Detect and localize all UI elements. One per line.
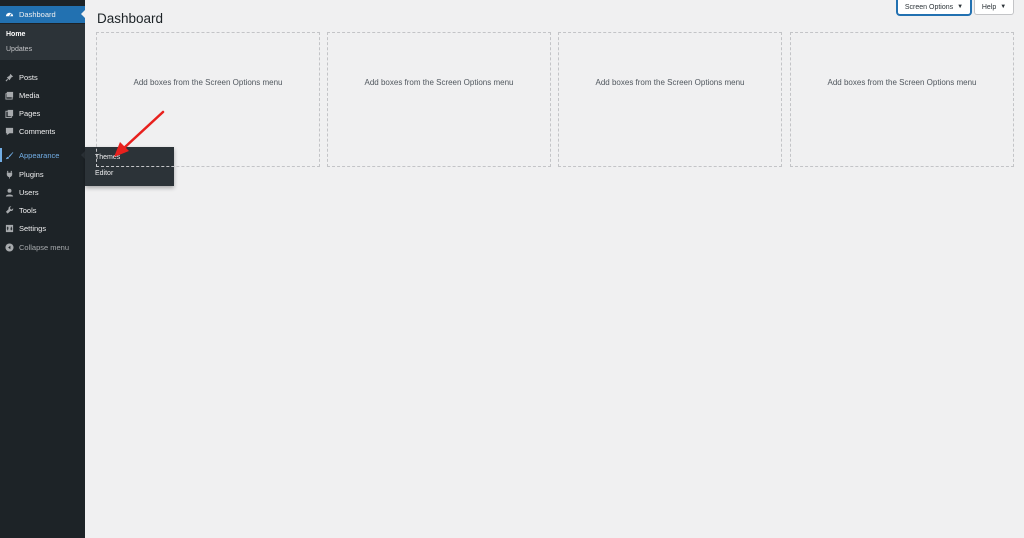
settings-icon (5, 224, 14, 233)
caret-down-icon: ▼ (1000, 4, 1007, 10)
menu-users[interactable]: Users (0, 183, 85, 201)
media-icon (5, 91, 14, 100)
dropzone-hint: Add boxes from the Screen Options menu (827, 78, 977, 87)
dashboard-submenu: Home Updates (0, 24, 85, 60)
dashboard-icon (5, 10, 14, 19)
dropzone-hint: Add boxes from the Screen Options menu (364, 78, 514, 87)
comment-icon (5, 127, 14, 136)
menu-dashboard-label: Dashboard (19, 10, 56, 19)
admin-sidebar: Dashboard Home Updates Posts Media Pages… (0, 0, 85, 538)
screen-options-label: Screen Options (904, 3, 954, 11)
menu-media[interactable]: Media (0, 86, 85, 104)
menu-media-label: Media (19, 90, 40, 100)
collapse-menu-label: Collapse menu (19, 242, 70, 252)
menu-appearance[interactable]: Appearance (0, 146, 85, 164)
menu-comments-label: Comments (19, 126, 56, 136)
dashboard-dropzone: Add boxes from the Screen Options menu (327, 32, 551, 167)
menu-plugins[interactable]: Plugins (0, 165, 85, 183)
screen-options-button[interactable]: Screen Options ▼ (897, 0, 971, 15)
wrench-icon (5, 205, 14, 215)
help-label: Help (981, 3, 997, 11)
help-button[interactable]: Help ▼ (974, 0, 1014, 15)
dashboard-dropzone: Add boxes from the Screen Options menu (790, 32, 1014, 167)
pages-icon (5, 109, 14, 118)
menu-pages-label: Pages (19, 108, 41, 118)
flyout-editor[interactable]: Editor (95, 170, 113, 177)
menu-pages[interactable]: Pages (0, 104, 85, 122)
menu-settings-label: Settings (19, 223, 47, 233)
plugin-icon (5, 170, 14, 179)
menu-tools[interactable]: Tools (0, 201, 85, 219)
menu-appearance-label: Appearance (19, 150, 60, 160)
pushpin-icon (5, 73, 14, 82)
dropzone-hint: Add boxes from the Screen Options menu (595, 78, 745, 87)
caret-down-icon: ▼ (957, 4, 964, 10)
menu-tools-label: Tools (19, 205, 37, 215)
menu-users-label: Users (19, 187, 39, 197)
menu-posts[interactable]: Posts (0, 68, 85, 86)
paintbrush-icon (5, 151, 14, 160)
dashboard-dropzone: Add boxes from the Screen Options menu (558, 32, 782, 167)
menu-comments[interactable]: Comments (0, 122, 85, 140)
menu-settings[interactable]: Settings (0, 219, 85, 237)
submenu-updates[interactable]: Updates (6, 46, 32, 53)
collapse-icon (5, 242, 14, 252)
submenu-home[interactable]: Home (6, 31, 25, 38)
menu-dashboard[interactable]: Dashboard (0, 6, 85, 23)
dashboard-dropzone: Add boxes from the Screen Options menu (96, 32, 320, 167)
page-title: Dashboard (97, 11, 164, 26)
dropzone-hint: Add boxes from the Screen Options menu (133, 78, 283, 87)
collapse-menu-button[interactable]: Collapse menu (0, 238, 85, 256)
menu-posts-label: Posts (19, 72, 38, 82)
menu-plugins-label: Plugins (19, 169, 44, 179)
user-icon (5, 188, 14, 197)
